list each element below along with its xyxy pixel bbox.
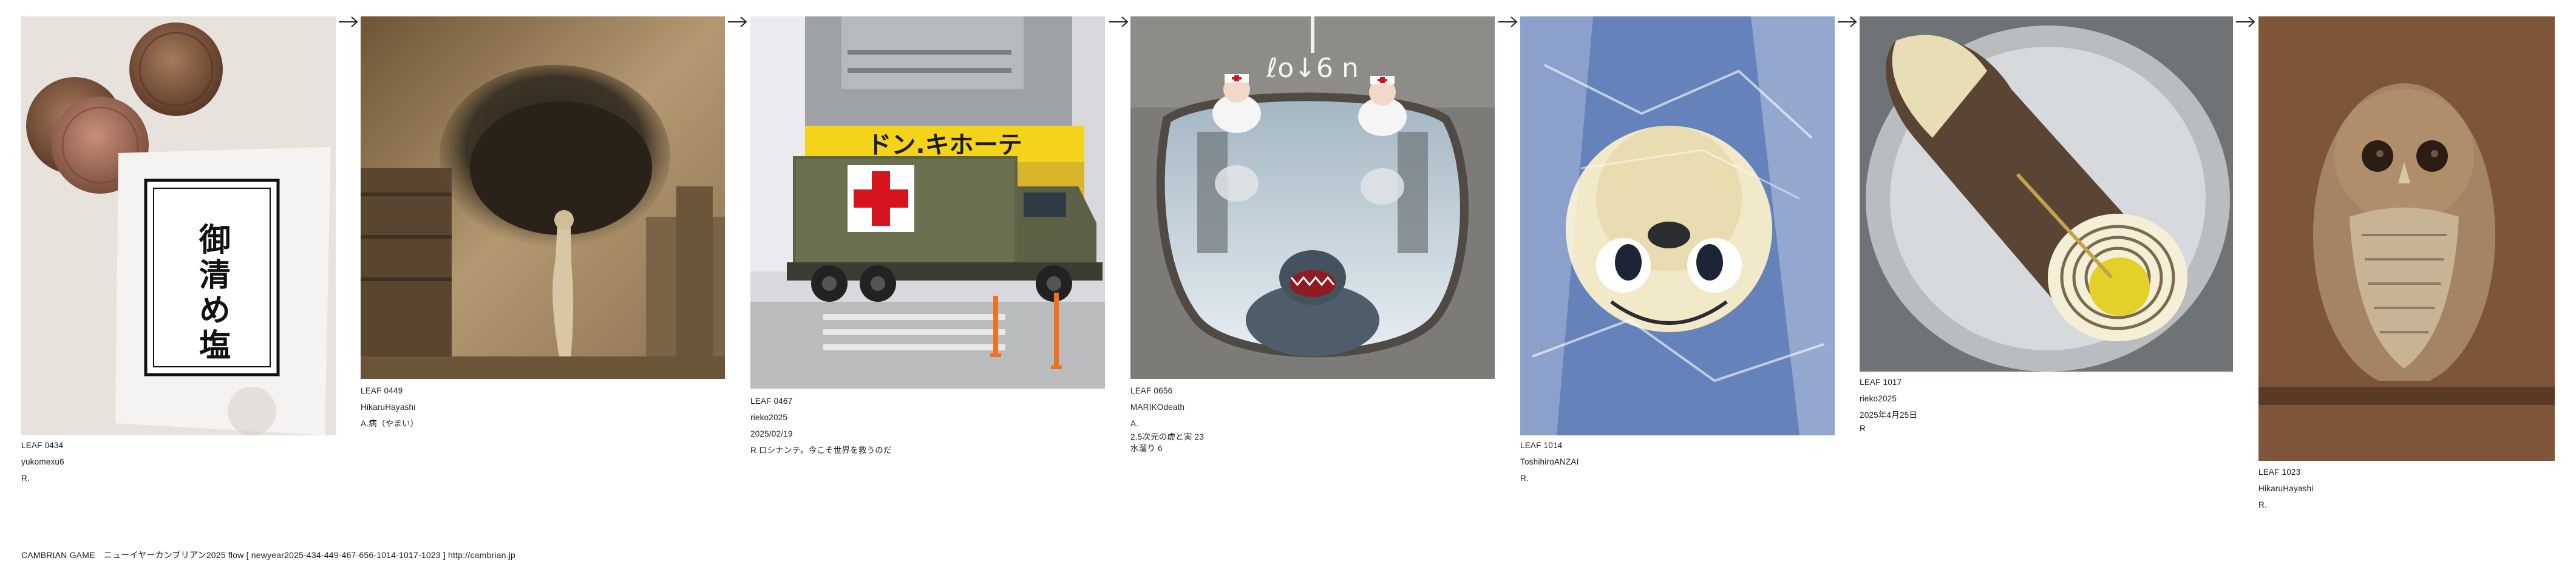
right-arrow-icon bbox=[2236, 16, 2255, 27]
leaf-1017-caption: LEAF 1017 rieko2025 2025年4月25日 R bbox=[1860, 374, 1917, 434]
leaf-note: R bbox=[1860, 424, 1866, 433]
leaf-note: A.病（やまい） bbox=[361, 419, 419, 428]
leaf-0434-caption: LEAF 0434 yukomexu6 R. bbox=[21, 437, 64, 486]
right-arrow-icon bbox=[339, 16, 358, 27]
leaf-author: HikaruHayashi bbox=[361, 403, 416, 412]
leaf-id: LEAF 1023 bbox=[2258, 468, 2301, 477]
leaf-note: A. bbox=[1130, 419, 1139, 428]
leaf-0434-photo: 御清め塩 bbox=[21, 16, 336, 435]
right-arrow-icon bbox=[1109, 16, 1129, 27]
leaf-1023-caption: LEAF 1023 HikaruHayashi R. bbox=[2258, 464, 2313, 513]
leaf-note: 2.5次元の虚と実 23 bbox=[1130, 432, 1204, 441]
leaf-id: LEAF 0449 bbox=[361, 386, 403, 395]
leaf-author: MARIKOdeath bbox=[1130, 403, 1185, 412]
leaf-id: LEAF 1014 bbox=[1520, 441, 1563, 450]
road-marking-text: ℓo↓6 n bbox=[1266, 53, 1359, 84]
leaf-1017-photo bbox=[1860, 16, 2233, 372]
salt-packet-text: 御清め塩 bbox=[194, 223, 231, 364]
leaf-id: LEAF 0434 bbox=[21, 441, 64, 450]
leaf-0467-caption: LEAF 0467 rieko2025 2025/02/19 R ロシナンテ。今… bbox=[750, 393, 892, 458]
leaf-1014-caption: LEAF 1014 ToshihiroANZAI R. bbox=[1520, 437, 1579, 486]
right-arrow-icon bbox=[1498, 16, 1518, 27]
leaf-note: R ロシナンテ。今こそ世界を救うのだ bbox=[750, 446, 892, 455]
leaf-date: 2025/02/19 bbox=[750, 429, 793, 438]
leaf-0656-photo: ℓo↓6 n bbox=[1130, 16, 1495, 379]
leaf-id: LEAF 0656 bbox=[1130, 386, 1173, 395]
leaf-note: R. bbox=[21, 474, 30, 483]
leaf-0449-caption: LEAF 0449 HikaruHayashi A.病（やまい） bbox=[361, 383, 418, 432]
leaf-note: R. bbox=[2258, 500, 2267, 509]
leaf-id: LEAF 0467 bbox=[750, 397, 793, 406]
leaf-id: LEAF 1017 bbox=[1860, 378, 1902, 387]
leaf-1023-photo bbox=[2258, 16, 2555, 461]
leaf-author: rieko2025 bbox=[1860, 394, 1897, 403]
right-arrow-icon bbox=[728, 16, 747, 27]
right-arrow-icon bbox=[1838, 16, 1857, 27]
leaf-author: rieko2025 bbox=[750, 413, 788, 422]
leaf-author: ToshihiroANZAI bbox=[1520, 457, 1579, 466]
leaf-author: HikaruHayashi bbox=[2258, 484, 2314, 493]
leaf-1014-photo bbox=[1520, 16, 1835, 435]
store-sign-text: ドン.キホーテ bbox=[867, 131, 1022, 159]
leaf-author: yukomexu6 bbox=[21, 457, 64, 466]
leaf-note: 水溜り 6 bbox=[1130, 444, 1163, 453]
footer-flow-info: CAMBRIAN GAME ニューイヤーカンブリアン2025 flow [ ne… bbox=[21, 550, 516, 560]
leaf-note: R. bbox=[1520, 474, 1529, 483]
leaf-0467-photo: ドン.キホーテ bbox=[750, 16, 1105, 389]
leaf-date: 2025年4月25日 bbox=[1860, 410, 1918, 420]
leaf-0656-caption: LEAF 0656 MARIKOdeath A. 2.5次元の虚と実 23 水溜… bbox=[1130, 383, 1204, 455]
leaf-0449-photo bbox=[361, 16, 725, 379]
